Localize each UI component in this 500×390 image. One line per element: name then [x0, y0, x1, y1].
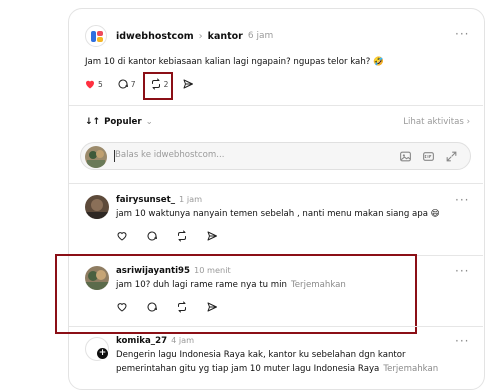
heart-icon[interactable] [116, 230, 128, 242]
comment-more-icon[interactable]: ··· [455, 334, 469, 348]
reply-attachments [399, 150, 458, 163]
expand-icon[interactable] [445, 150, 458, 163]
user-avatar [85, 146, 107, 168]
post-actions: 5 7 2 [84, 78, 194, 90]
send-icon[interactable] [206, 230, 218, 242]
view-activity-label: Lihat aktivitas [403, 117, 464, 127]
comment-header: komika_27 4 jam [116, 335, 194, 346]
comment-author[interactable]: komika_27 [116, 336, 167, 346]
heart-filled-icon [86, 80, 94, 89]
repost-highlight-box [143, 72, 173, 100]
breadcrumb-separator: › [198, 30, 203, 42]
comment-actions [116, 230, 218, 242]
reply-input[interactable] [115, 150, 315, 160]
divider [69, 183, 483, 184]
chevron-down-icon: ⌄ [145, 117, 153, 127]
send-icon [183, 79, 194, 89]
comment-text-line: pemerintahan gitu yg tiap jam 10 muter l… [116, 364, 439, 374]
sort-dropdown[interactable]: ↓↑ Populer ⌄ [85, 117, 153, 127]
post-author[interactable]: idwebhostcom [116, 31, 194, 42]
sort-label: Populer [104, 117, 142, 127]
like-count: 5 [98, 79, 103, 89]
repost-icon[interactable] [176, 230, 188, 242]
share-button[interactable] [182, 78, 194, 90]
image-icon[interactable] [399, 150, 412, 163]
view-activity-link[interactable]: Lihat aktivitas › [403, 117, 470, 127]
comment-avatar[interactable] [85, 195, 109, 219]
reply-box [80, 142, 471, 170]
comment-icon [118, 79, 128, 89]
sort-icon: ↓↑ [85, 117, 101, 127]
reply-button[interactable]: 7 [117, 78, 136, 90]
post-more-icon[interactable]: ··· [455, 27, 469, 41]
post-header: idwebhostcom › kantor 6 jam [85, 24, 273, 48]
divider [69, 326, 483, 327]
translate-link[interactable]: Terjemahkan [383, 364, 438, 374]
gif-icon[interactable] [422, 150, 435, 163]
reply-count: 7 [130, 79, 136, 89]
comment-more-icon[interactable]: ··· [455, 193, 469, 207]
comment-text-line: Dengerin lagu Indonesia Raya kak, kantor… [116, 350, 406, 360]
comment-more-icon[interactable]: ··· [455, 264, 469, 278]
divider [69, 105, 483, 106]
author-avatar[interactable] [85, 25, 107, 47]
comment-header: fairysunset_ 1 jam [116, 194, 202, 205]
comment-text: jam 10 waktunya nanyain temen sebelah , … [116, 209, 440, 219]
post-time: 6 jam [247, 31, 274, 41]
comment-author[interactable]: fairysunset_ [116, 195, 175, 205]
post-topic[interactable]: kantor [208, 31, 243, 42]
comment-time: 4 jam [171, 335, 195, 345]
comment-time: 1 jam [179, 194, 203, 204]
follow-plus-icon[interactable]: + [96, 347, 109, 360]
comment-highlight-box [55, 254, 417, 334]
chevron-right-icon: › [466, 117, 470, 127]
post-text: Jam 10 di kantor kebiasaan kalian lagi n… [85, 57, 384, 67]
like-button[interactable]: 5 [84, 78, 103, 90]
comment-icon[interactable] [146, 230, 158, 242]
